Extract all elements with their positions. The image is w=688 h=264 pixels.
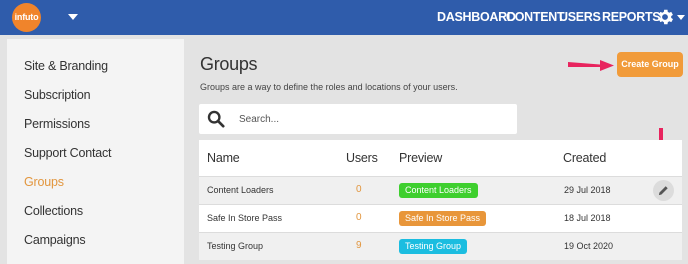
group-created-date: 19 Oct 2020 <box>564 241 614 251</box>
groups-table: Name Users Preview Created Content Loade… <box>199 140 682 260</box>
column-header-name[interactable]: Name <box>207 151 240 165</box>
annotation-arrow-icon <box>568 60 614 71</box>
group-name[interactable]: Content Loaders <box>207 185 274 195</box>
column-header-preview: Preview <box>399 151 443 165</box>
edit-group-button[interactable] <box>653 180 674 201</box>
sidebar-item-site-branding[interactable]: Site & Branding <box>24 59 108 73</box>
brand-logo[interactable]: infuto <box>12 3 41 32</box>
group-preview-badge: Testing Group <box>399 239 468 254</box>
page-title: Groups <box>200 54 258 74</box>
nav-dashboard[interactable]: DASHBOARD <box>437 0 516 35</box>
chevron-down-icon[interactable] <box>677 15 685 20</box>
group-user-count: 9 <box>356 240 362 251</box>
search-icon <box>207 110 225 128</box>
create-group-button[interactable]: Create Group <box>617 52 683 77</box>
group-name[interactable]: Testing Group <box>207 241 263 251</box>
nav-users[interactable]: USERS <box>559 0 601 35</box>
group-user-count: 0 <box>356 212 362 223</box>
settings-sidebar: Site & Branding Subscription Permissions… <box>7 39 184 264</box>
nav-reports[interactable]: REPORTS <box>602 0 661 35</box>
group-preview-badge: Safe In Store Pass <box>399 211 487 226</box>
gear-icon[interactable] <box>655 7 675 27</box>
search-input[interactable] <box>239 111 499 127</box>
table-row[interactable]: Safe In Store Pass 0 Safe In Store Pass … <box>199 204 682 232</box>
sidebar-item-support-contact[interactable]: Support Contact <box>24 146 112 160</box>
sidebar-item-groups[interactable]: Groups <box>24 175 64 189</box>
group-preview-badge: Content Loaders <box>399 183 478 198</box>
top-navbar: infuto DASHBOARD CONTENT USERS REPORTS <box>0 0 688 35</box>
sidebar-item-collections[interactable]: Collections <box>24 204 83 218</box>
column-header-created[interactable]: Created <box>563 151 606 165</box>
group-name[interactable]: Safe In Store Pass <box>207 213 282 223</box>
sidebar-item-campaigns[interactable]: Campaigns <box>24 233 86 247</box>
nav-content[interactable]: CONTENT <box>506 0 565 35</box>
group-user-count: 0 <box>356 184 362 195</box>
table-row[interactable]: Testing Group 9 Testing Group 19 Oct 202… <box>199 232 682 260</box>
sidebar-item-subscription[interactable]: Subscription <box>24 88 91 102</box>
page-subtitle: Groups are a way to define the roles and… <box>200 82 458 92</box>
group-created-date: 29 Jul 2018 <box>564 185 611 195</box>
column-header-users[interactable]: Users <box>346 151 378 165</box>
pencil-icon <box>658 186 668 196</box>
table-row[interactable]: Content Loaders 0 Content Loaders 29 Jul… <box>199 176 682 204</box>
search-bar <box>199 104 517 134</box>
chevron-down-icon[interactable] <box>68 14 78 20</box>
sidebar-item-permissions[interactable]: Permissions <box>24 117 90 131</box>
group-created-date: 18 Jul 2018 <box>564 213 611 223</box>
